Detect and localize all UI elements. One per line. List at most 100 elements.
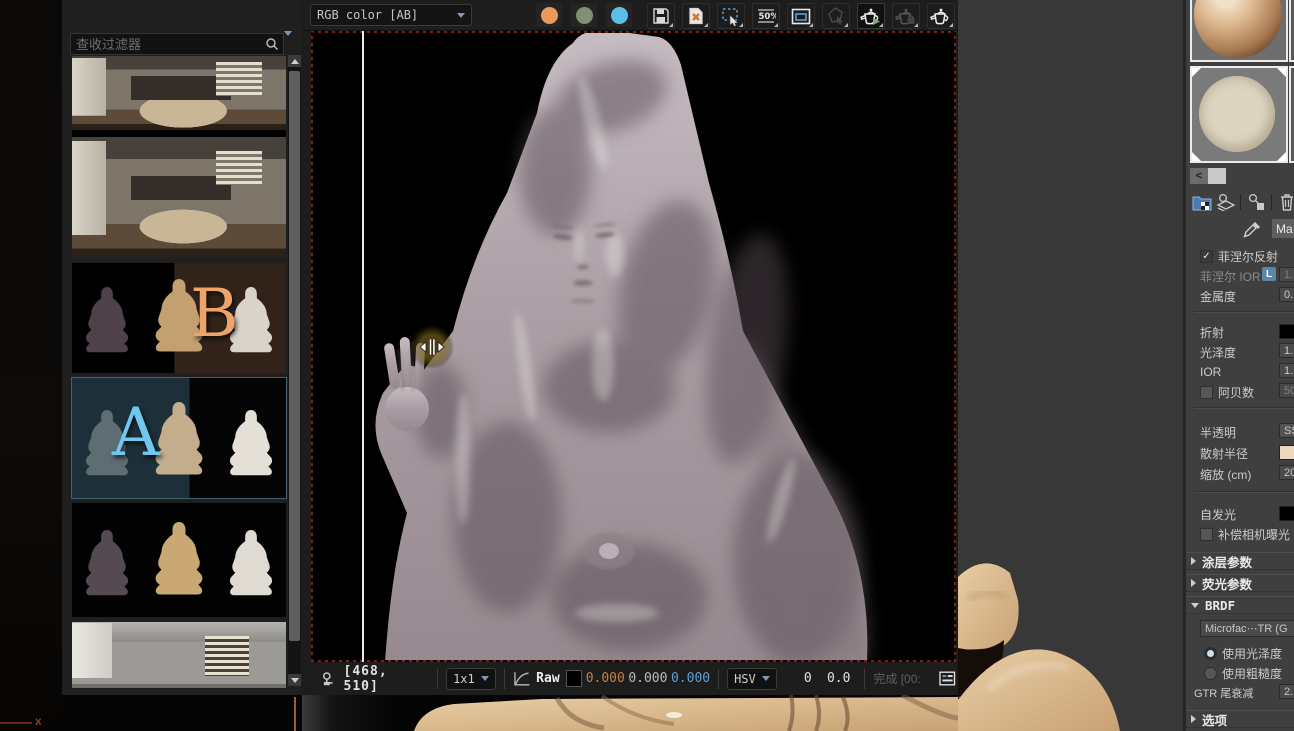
scrollbar-thumb[interactable] — [289, 71, 300, 641]
material-slot-partial[interactable] — [1289, 0, 1294, 62]
metalness-row: 金属度 — [1200, 288, 1236, 304]
rendered-statue-image — [311, 31, 956, 662]
pixel-info-dropdown[interactable]: 1x1 — [446, 668, 496, 690]
clear-page-icon — [687, 7, 705, 25]
pick-material-button[interactable] — [1241, 220, 1263, 240]
ab-compare-divider[interactable] — [362, 31, 364, 662]
material-library-button[interactable] — [1215, 192, 1237, 212]
use-roughness-radio[interactable] — [1204, 667, 1217, 680]
zoom-level-button[interactable]: 50% — [752, 3, 780, 29]
search-filter-dropdown[interactable] — [284, 36, 292, 54]
render-canvas[interactable] — [311, 31, 956, 662]
history-item-bedroom-2[interactable] — [72, 137, 286, 258]
use-roughness-label: 使用粗糙度 — [1222, 665, 1282, 682]
render-region-teapot-button[interactable] — [892, 3, 920, 29]
metalness-label: 金属度 — [1200, 288, 1236, 305]
render-last-button[interactable] — [857, 3, 885, 29]
material-name-button[interactable]: Ma — [1272, 219, 1294, 238]
viewport-background-bottom-left — [62, 695, 302, 731]
scroll-up-button[interactable] — [288, 55, 301, 67]
render-button[interactable] — [927, 3, 955, 29]
chevron-down-icon — [284, 31, 292, 53]
chevron-down-icon — [1191, 603, 1199, 608]
translucency-mode-dropdown[interactable]: SS — [1279, 423, 1294, 438]
rollout-fluorescence-label: 荧光参数 — [1202, 574, 1252, 593]
fresnel-checkbox[interactable]: ✓ — [1200, 250, 1213, 263]
channel-select-dropdown[interactable]: RGB color [AB] — [310, 4, 472, 26]
axis-line — [0, 722, 32, 724]
viewport-background-left: x — [0, 0, 62, 731]
green-channel-button[interactable] — [571, 3, 597, 27]
scatter-radius-color-swatch[interactable] — [1279, 445, 1294, 460]
delete-material-button[interactable] — [1276, 192, 1294, 212]
color-mode-dropdown[interactable]: HSV — [727, 668, 777, 690]
material-slot-partial[interactable] — [1289, 66, 1294, 163]
scale-row: 缩放 (cm) — [1200, 466, 1251, 482]
rollout-options[interactable]: 选项 — [1186, 710, 1294, 728]
statue-thumbnails — [72, 513, 286, 611]
display-window-button[interactable] — [787, 3, 815, 29]
search-input[interactable] — [71, 37, 265, 52]
rollout-brdf[interactable]: BRDF — [1186, 596, 1294, 614]
red-channel-button[interactable] — [536, 3, 562, 27]
divider — [1194, 311, 1294, 312]
history-item-grayroom[interactable] — [72, 622, 286, 688]
metalness-field[interactable]: 0. — [1279, 287, 1294, 302]
rollout-brdf-label: BRDF — [1205, 598, 1235, 613]
scale-field[interactable]: 20 — [1279, 465, 1294, 480]
ior-field[interactable]: 1. — [1279, 363, 1294, 378]
history-item-bedroom-1[interactable] — [72, 56, 286, 137]
scroll-down-button[interactable] — [288, 674, 301, 686]
pixel-probe-lock-icon[interactable] — [321, 671, 336, 687]
compensate-exposure-label: 补偿相机曝光 — [1218, 526, 1290, 543]
vray-frame-buffer-window: A B RGB color [AB] — [62, 0, 958, 695]
history-scrollbar[interactable] — [288, 55, 301, 686]
abbe-field[interactable]: 50 — [1279, 383, 1294, 398]
use-glossiness-radio[interactable] — [1204, 647, 1217, 660]
abbe-checkbox[interactable] — [1200, 386, 1213, 399]
glossiness-field[interactable]: 1. — [1279, 343, 1294, 358]
history-item-compare-a-selected[interactable]: A — [72, 378, 286, 498]
get-material-button[interactable] — [1191, 192, 1213, 212]
material-slot-sphere[interactable] — [1190, 0, 1288, 62]
divider — [864, 669, 865, 689]
abbe-row: 阿贝数 — [1200, 384, 1254, 400]
viewport-background-right — [958, 0, 1183, 731]
region-border-right — [954, 31, 956, 662]
polygon-cursor-icon — [826, 7, 846, 25]
put-to-library-button[interactable] — [1246, 192, 1268, 212]
clear-image-button[interactable] — [682, 3, 710, 29]
region-render-button[interactable] — [717, 3, 745, 29]
gtr-falloff-label: GTR 尾衰减 — [1194, 685, 1253, 701]
blue-channel-button[interactable] — [606, 3, 632, 27]
self-illumination-swatch[interactable] — [1279, 506, 1294, 521]
slot-scroll-left-button[interactable]: < — [1190, 168, 1208, 184]
history-item-compare-b[interactable]: B — [72, 263, 286, 373]
compensate-exposure-checkbox[interactable] — [1200, 528, 1213, 541]
fresnel-ior-lock-button[interactable]: L — [1262, 267, 1276, 281]
fresnel-ior-field[interactable]: 1. — [1279, 267, 1294, 282]
translucency-label: 半透明 — [1200, 424, 1236, 441]
save-image-button[interactable] — [647, 3, 675, 29]
rollout-fluorescence-parameters[interactable]: 荧光参数 — [1186, 574, 1294, 592]
brdf-type-dropdown[interactable]: Microfac⋯TR (G — [1200, 620, 1294, 637]
rollout-coat-parameters[interactable]: 涂层参数 — [1186, 552, 1294, 570]
refraction-color-swatch[interactable] — [1279, 324, 1294, 339]
stamp-list-icon[interactable] — [939, 671, 955, 686]
green-channel-dot-icon — [576, 7, 593, 24]
divider — [718, 669, 719, 689]
fresnel-label: 菲涅尔反射 — [1218, 248, 1278, 265]
statue-drapery-art — [302, 695, 958, 731]
self-illumination-row: 自发光 — [1200, 506, 1236, 522]
slot-scroll-bar[interactable] — [1208, 168, 1226, 184]
history-search-box[interactable] — [70, 33, 284, 55]
triangle-up-icon — [291, 59, 299, 64]
history-item-statues[interactable] — [72, 503, 286, 617]
follow-mouse-button[interactable] — [822, 3, 850, 29]
ior-label: IOR — [1200, 365, 1221, 379]
pixel-coordinates: [468, 510] — [344, 664, 430, 694]
gtr-falloff-field[interactable]: 2. — [1279, 684, 1294, 699]
material-slot-active[interactable] — [1190, 66, 1288, 163]
abbe-label: 阿贝数 — [1218, 384, 1254, 401]
active-slot-corner — [1277, 152, 1286, 161]
